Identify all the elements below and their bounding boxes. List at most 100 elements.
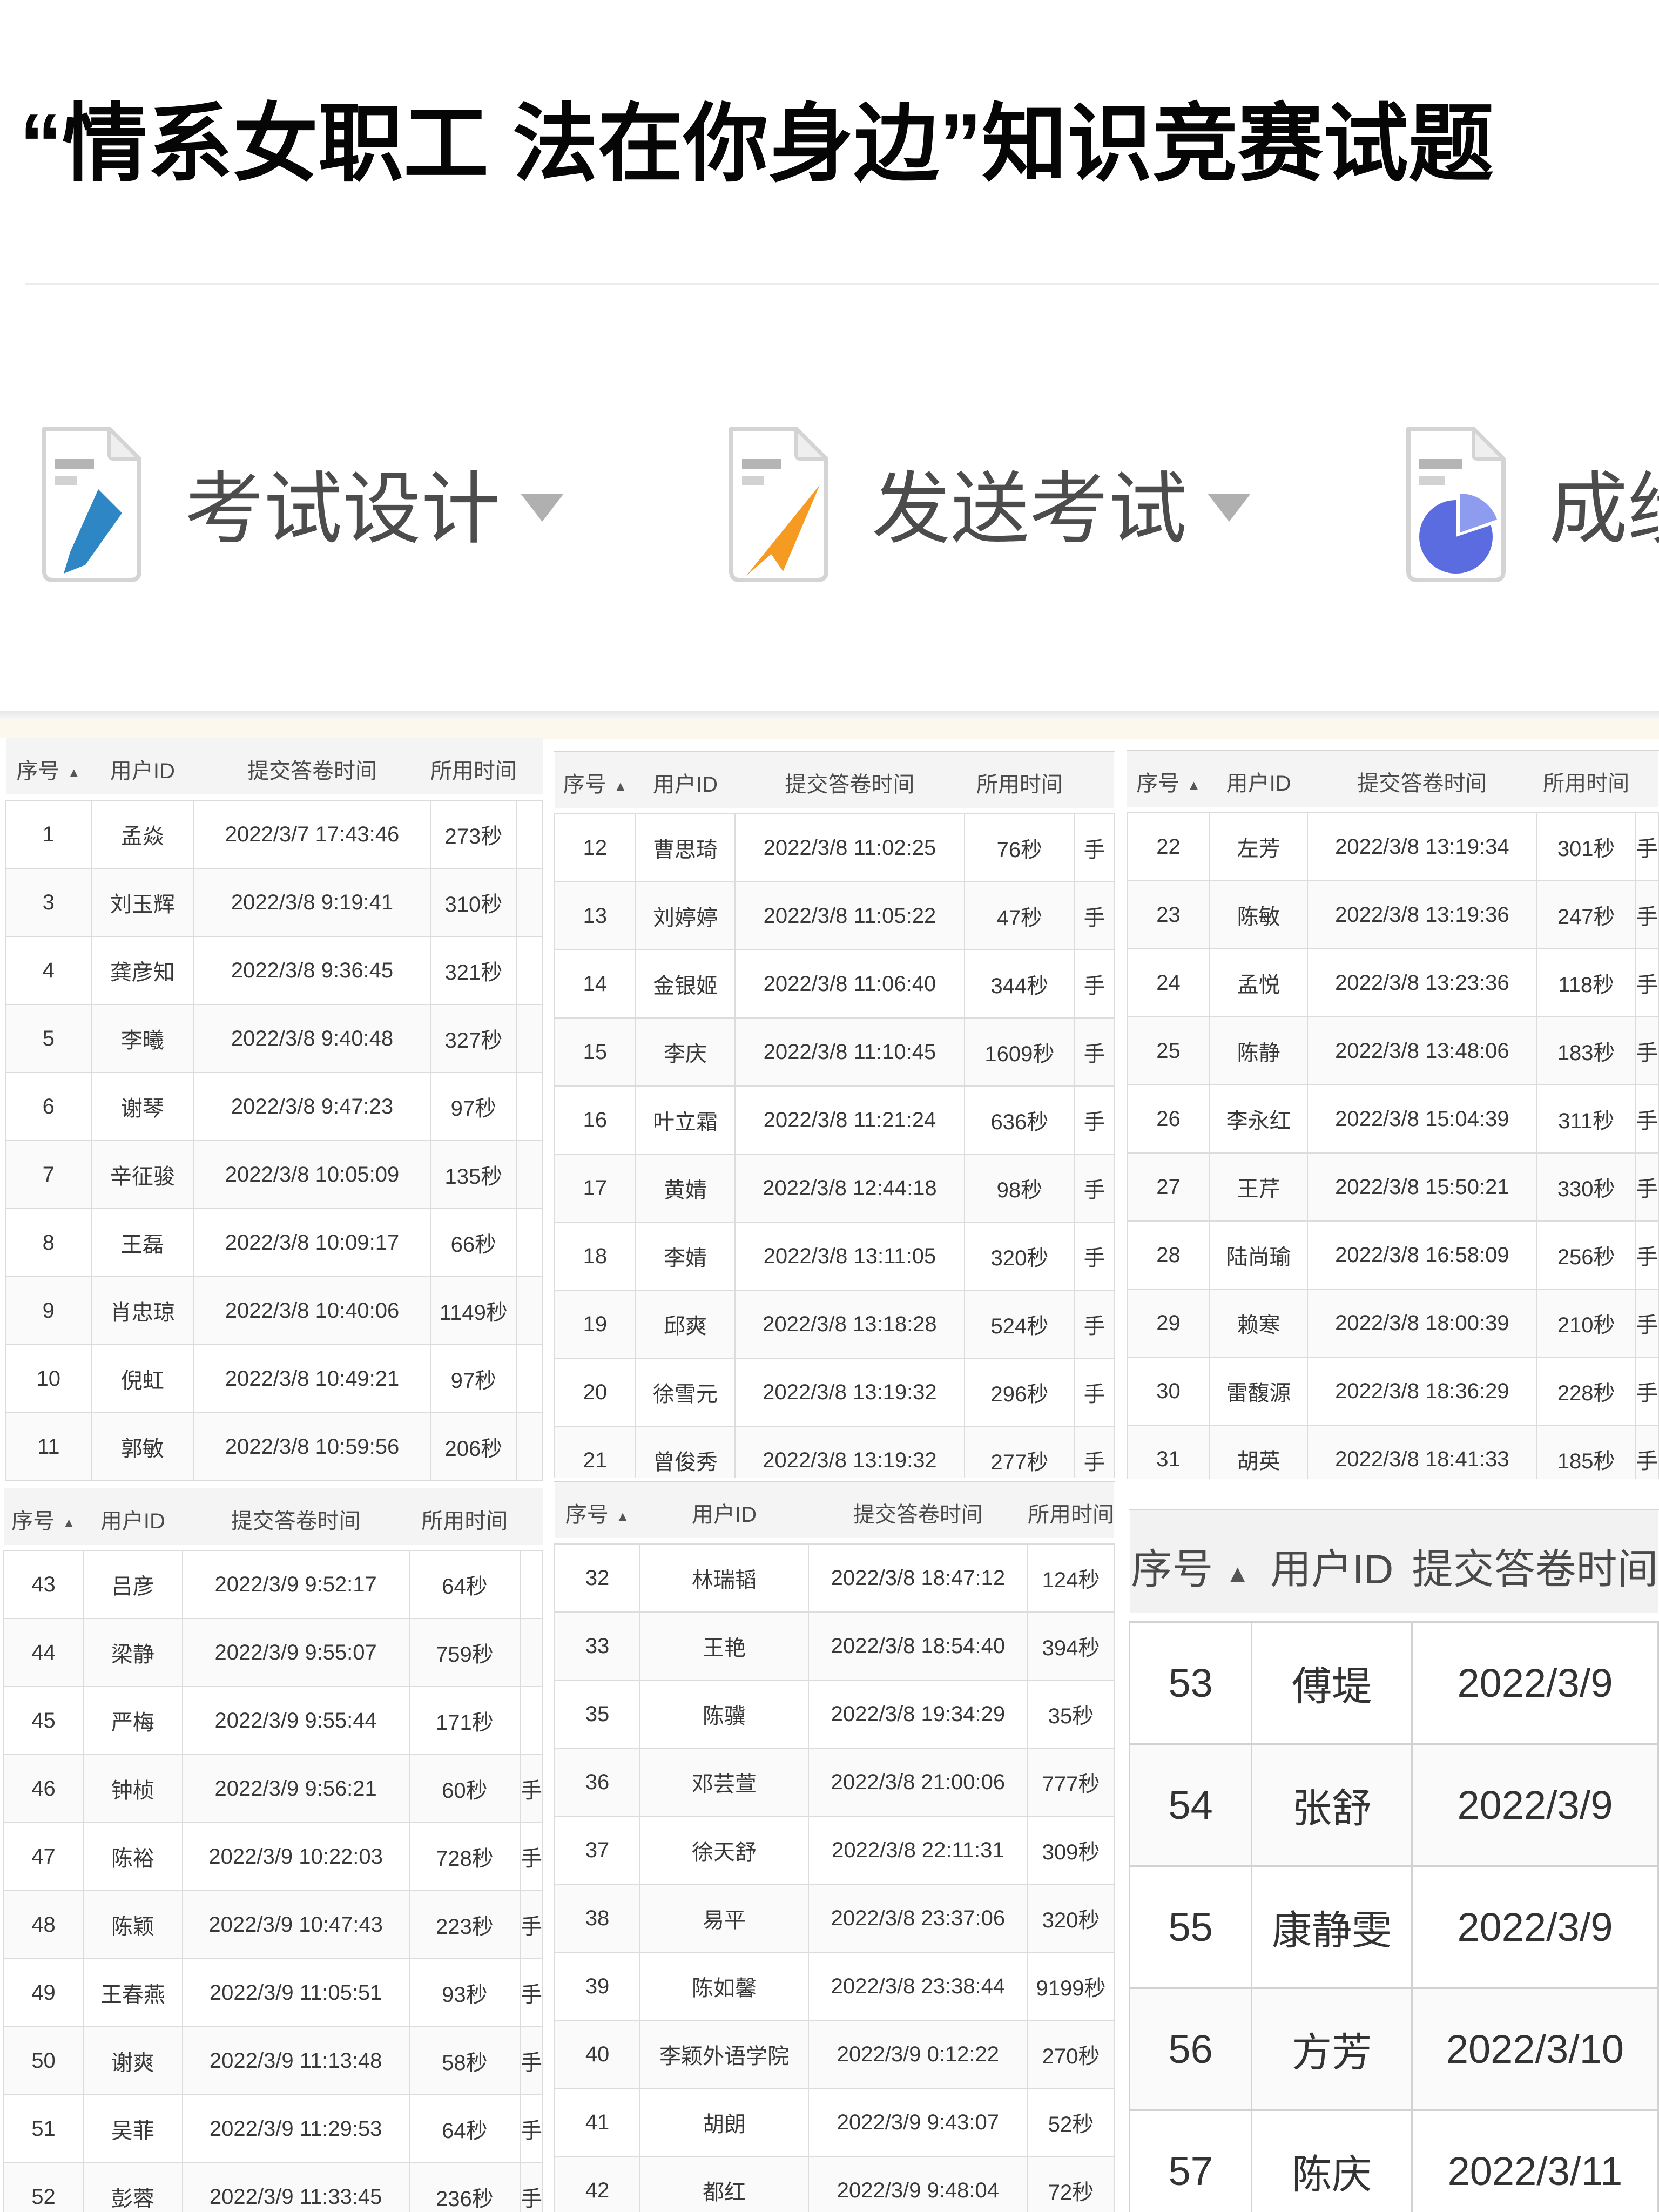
- table-cell: 2022/3/8 18:47:12: [808, 1544, 1028, 1612]
- section-strip: [0, 719, 1659, 739]
- table-cell: 53: [1130, 1622, 1252, 1744]
- document-pie-icon: [1398, 422, 1514, 582]
- menu-scores[interactable]: 成绩: [1398, 420, 1659, 584]
- column-header[interactable]: [1075, 752, 1114, 814]
- table-cell: 48: [4, 1891, 83, 1959]
- table-cell: 陈颖: [83, 1891, 183, 1959]
- table-cell: 2022/3/8 11:21:24: [735, 1086, 964, 1154]
- table-cell: 徐雪元: [636, 1358, 736, 1426]
- sort-ascending-icon: ▲: [62, 1516, 76, 1530]
- table-row: 43吕彦2022/3/9 9:52:1764秒: [4, 1550, 543, 1618]
- column-header[interactable]: 序号▲: [1127, 751, 1210, 813]
- table-cell: 16: [555, 1086, 636, 1154]
- table-row: 56方芳2022/3/10: [1130, 1988, 1658, 2110]
- table-cell: 胡朗: [640, 2088, 808, 2156]
- menu-exam-design[interactable]: 考试设计: [33, 420, 564, 584]
- column-header[interactable]: 用户ID: [1210, 751, 1307, 813]
- column-header[interactable]: 所用时间: [409, 1488, 520, 1550]
- table-cell: 徐天舒: [640, 1816, 808, 1884]
- table-cell: 2022/3/8 18:00:39: [1307, 1289, 1536, 1357]
- column-header[interactable]: 提交答卷时间: [1412, 1510, 1658, 1622]
- table-cell: 易平: [640, 1884, 808, 1952]
- table-cell: 301秒: [1536, 813, 1636, 881]
- column-header[interactable]: 序号▲: [4, 1488, 83, 1550]
- table-cell: 2022/3/10: [1412, 1988, 1658, 2110]
- table-row: 47陈裕2022/3/9 10:22:03728秒手: [4, 1823, 543, 1891]
- table-row: 24孟悦2022/3/8 13:23:36118秒手: [1127, 949, 1658, 1017]
- table-cell: 曾俊秀: [636, 1426, 736, 1478]
- column-header[interactable]: 用户ID: [83, 1488, 183, 1550]
- table-cell: 38: [555, 1884, 640, 1952]
- table-cell: 210秒: [1536, 1289, 1636, 1357]
- column-header[interactable]: 所用时间: [430, 738, 517, 800]
- table-cell: 256秒: [1536, 1221, 1636, 1289]
- column-header[interactable]: 提交答卷时间: [735, 752, 964, 814]
- table-cell: 9199秒: [1028, 1952, 1114, 2020]
- table-cell: 都红: [640, 2156, 808, 2212]
- column-header[interactable]: 用户ID: [91, 738, 194, 800]
- table-cell: 9: [6, 1277, 91, 1345]
- column-header[interactable]: 序号▲: [555, 752, 636, 814]
- table-cell: 手: [1075, 814, 1114, 882]
- table-cell: 97秒: [430, 1345, 517, 1413]
- table-cell: 谢爽: [83, 2027, 183, 2095]
- column-header[interactable]: 所用时间: [965, 752, 1075, 814]
- table-cell: [517, 1141, 543, 1209]
- table-cell: 206秒: [430, 1413, 517, 1481]
- column-header[interactable]: 序号▲: [555, 1482, 640, 1544]
- table-row: 46钟桢2022/3/9 9:56:2160秒手: [4, 1755, 543, 1823]
- table-cell: 310秒: [430, 868, 517, 936]
- document-plane-icon: [720, 422, 837, 582]
- column-header[interactable]: 提交答卷时间: [194, 738, 430, 800]
- table-cell: 13: [555, 882, 636, 950]
- column-header[interactable]: 所用时间: [1536, 751, 1636, 813]
- table-cell: 5: [6, 1004, 91, 1073]
- column-header[interactable]: 用户ID: [636, 752, 736, 814]
- table-cell: 倪虹: [91, 1345, 194, 1413]
- table-cell: 刘婷婷: [636, 882, 736, 950]
- table-cell: 17: [555, 1154, 636, 1222]
- column-header[interactable]: [1636, 751, 1658, 813]
- table-cell: 223秒: [409, 1891, 520, 1959]
- table-cell: 52秒: [1028, 2088, 1114, 2156]
- table-row: 57陈庆2022/3/11: [1130, 2110, 1658, 2212]
- column-header[interactable]: [520, 1488, 543, 1550]
- table-cell: 2022/3/7 17:43:46: [194, 800, 430, 868]
- table-cell: 孟焱: [91, 800, 194, 868]
- table-cell: 14: [555, 950, 636, 1018]
- column-header[interactable]: 用户ID: [1252, 1510, 1412, 1622]
- table-cell: 2022/3/8 13:19:36: [1307, 881, 1536, 949]
- table-cell: 雷馥源: [1210, 1357, 1307, 1425]
- column-header[interactable]: 提交答卷时间: [183, 1488, 409, 1550]
- column-header[interactable]: 序号▲: [1130, 1510, 1252, 1622]
- menu-send-exam[interactable]: 发送考试: [720, 420, 1251, 584]
- table-cell: 手: [1075, 1426, 1114, 1478]
- table-row: 22左芳2022/3/8 13:19:34301秒手: [1127, 813, 1658, 881]
- table-cell: 2022/3/8 15:50:21: [1307, 1153, 1536, 1221]
- table-cell: 20: [555, 1358, 636, 1426]
- table-row: 13刘婷婷2022/3/8 11:05:2247秒手: [555, 882, 1114, 950]
- column-header[interactable]: 提交答卷时间: [808, 1482, 1028, 1544]
- table-cell: 手: [1075, 1154, 1114, 1222]
- table-cell: 35秒: [1028, 1680, 1114, 1748]
- column-header[interactable]: 提交答卷时间: [1307, 751, 1536, 813]
- table-cell: 左芳: [1210, 813, 1307, 881]
- document-pen-icon: [33, 422, 150, 582]
- column-header[interactable]: 所用时间: [1028, 1482, 1114, 1544]
- column-header[interactable]: 用户ID: [640, 1482, 808, 1544]
- table-cell: 2022/3/8 11:05:22: [735, 882, 964, 950]
- table-cell: 98秒: [965, 1154, 1075, 1222]
- table-cell: 手: [520, 1959, 543, 2027]
- table-cell: 手: [1636, 949, 1658, 1017]
- table-cell: 李庆: [636, 1018, 736, 1086]
- column-header[interactable]: [517, 738, 543, 800]
- table-cell: 孟悦: [1210, 949, 1307, 1017]
- table-row: 33王艳2022/3/8 18:54:40394秒: [555, 1612, 1114, 1680]
- table-cell: 2022/3/8 13:19:32: [735, 1426, 964, 1478]
- table-cell: 10: [6, 1345, 91, 1413]
- column-header[interactable]: 序号▲: [6, 738, 91, 800]
- table-cell: 2022/3/8 10:59:56: [194, 1413, 430, 1481]
- table-cell: 陈敏: [1210, 881, 1307, 949]
- table-cell: 185秒: [1536, 1425, 1636, 1479]
- table-cell: 26: [1127, 1085, 1210, 1153]
